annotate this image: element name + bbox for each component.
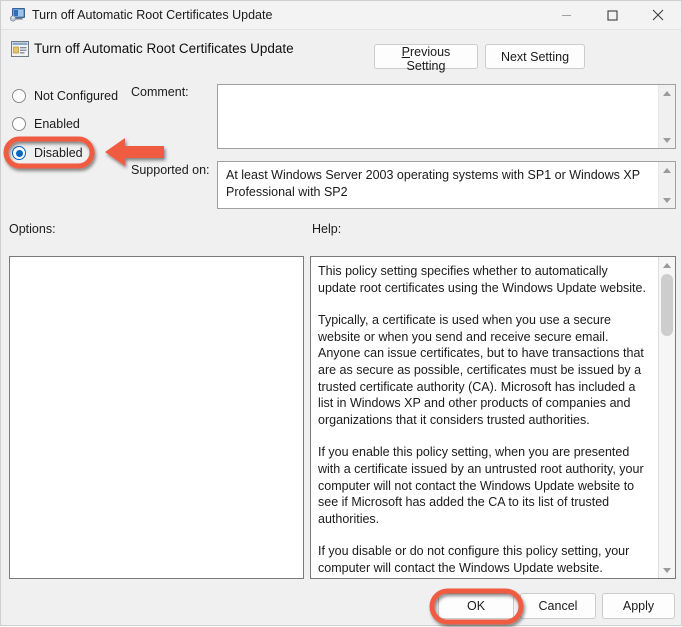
options-label: Options: xyxy=(9,222,56,236)
annotation-arrow-left xyxy=(105,138,164,166)
group-policy-setting-dialog: Turn off Automatic Root Certificates Upd… xyxy=(0,0,682,626)
scroll-down-icon[interactable] xyxy=(659,193,675,207)
supported-on-scrollbar[interactable] xyxy=(658,162,675,208)
supported-on-label: Supported on: xyxy=(131,163,210,177)
radio-indicator xyxy=(12,89,26,103)
apply-button[interactable]: Apply xyxy=(602,593,675,619)
ok-button[interactable]: OK xyxy=(438,593,514,619)
help-paragraph: If you disable or do not configure this … xyxy=(318,544,630,575)
policy-window-icon xyxy=(9,7,26,24)
radio-indicator xyxy=(12,117,26,131)
group-policy-setting-icon xyxy=(10,39,30,59)
setting-name-heading: Turn off Automatic Root Certificates Upd… xyxy=(34,41,294,56)
help-text: This policy setting specifies whether to… xyxy=(318,263,646,577)
help-paragraph: This policy setting specifies whether to… xyxy=(318,264,646,295)
help-panel[interactable]: This policy setting specifies whether to… xyxy=(310,256,676,579)
help-paragraph: Typically, a certificate is used when yo… xyxy=(318,313,644,427)
radio-label: Not Configured xyxy=(34,89,119,103)
close-button[interactable] xyxy=(635,1,681,29)
close-icon xyxy=(652,9,664,21)
radio-indicator xyxy=(12,146,26,160)
radio-not-configured[interactable]: Not Configured xyxy=(12,87,118,105)
maximize-button[interactable] xyxy=(589,1,635,29)
previous-setting-button[interactable]: Previous Setting xyxy=(374,44,478,73)
scroll-up-icon[interactable] xyxy=(659,258,675,272)
window-title: Turn off Automatic Root Certificates Upd… xyxy=(32,8,273,22)
minimize-button[interactable] xyxy=(543,1,589,29)
comment-input[interactable] xyxy=(217,84,676,149)
radio-label: Enabled xyxy=(34,117,80,131)
radio-disabled[interactable]: Disabled xyxy=(12,144,83,162)
minimize-icon xyxy=(561,14,571,16)
help-label: Help: xyxy=(312,222,342,236)
supported-on-value: At least Windows Server 2003 operating s… xyxy=(226,168,640,199)
scroll-down-icon[interactable] xyxy=(659,133,675,147)
help-paragraph: If you enable this policy setting, when … xyxy=(318,445,644,526)
cancel-button[interactable]: Cancel xyxy=(520,593,596,619)
scroll-down-icon[interactable] xyxy=(659,563,675,577)
comment-label: Comment: xyxy=(131,85,189,99)
title-bar: Turn off Automatic Root Certificates Upd… xyxy=(1,1,681,30)
help-scrollbar[interactable] xyxy=(658,257,675,578)
radio-label: Disabled xyxy=(34,146,83,160)
next-setting-button[interactable]: Next Setting xyxy=(485,44,585,69)
options-panel[interactable] xyxy=(9,256,304,579)
scroll-up-icon[interactable] xyxy=(659,86,675,100)
scroll-up-icon[interactable] xyxy=(659,163,675,177)
scrollbar-thumb[interactable] xyxy=(661,274,673,336)
supported-on-textbox: At least Windows Server 2003 operating s… xyxy=(217,161,676,209)
comment-scrollbar[interactable] xyxy=(658,85,675,148)
radio-enabled[interactable]: Enabled xyxy=(12,115,80,133)
maximize-icon xyxy=(606,9,618,21)
